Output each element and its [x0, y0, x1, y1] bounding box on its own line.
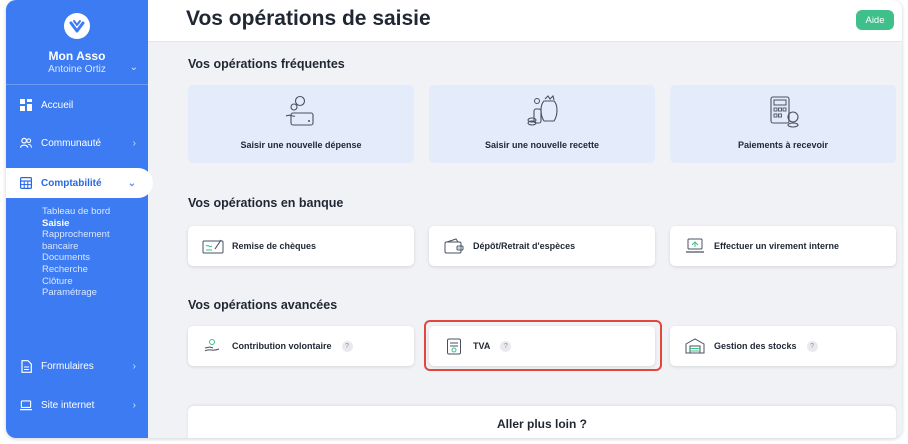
sidebar-item-comptabilite[interactable]: Comptabilité ⌄ — [6, 168, 153, 198]
receivables-illustration-icon — [770, 96, 799, 128]
subnav-saisie[interactable]: Saisie — [42, 218, 110, 230]
dashboard-icon — [20, 99, 32, 111]
subnav-tableau-de-bord[interactable]: Tableau de bord — [42, 206, 110, 218]
help-tooltip-icon[interactable]: ? — [341, 340, 353, 352]
app-window: Mon Asso Antoine Ortiz ⌄ Accueil Communa… — [6, 0, 902, 438]
go-further-title: Aller plus loin ? — [496, 417, 587, 431]
card-stock-management[interactable]: Gestion des stocks ? — [670, 326, 896, 366]
sidebar-item-label: Site internet — [41, 399, 95, 411]
document-icon — [20, 359, 32, 373]
help-tooltip-icon[interactable]: ? — [806, 340, 818, 352]
org-chevron-down-icon[interactable]: ⌄ — [130, 62, 138, 73]
chevron-right-icon: › — [132, 360, 136, 372]
sidebar-item-label: Comptabilité — [41, 177, 102, 189]
sidebar: Mon Asso Antoine Ortiz ⌄ Accueil Communa… — [6, 0, 153, 438]
warehouse-icon — [684, 337, 706, 355]
go-further-card[interactable]: Aller plus loin ? — [188, 406, 896, 438]
section-title-bank: Vos opérations en banque — [188, 196, 344, 210]
subnav-rapprochement-line2[interactable]: bancaire — [42, 241, 110, 253]
card-new-income[interactable]: Saisir une nouvelle recette — [429, 85, 655, 163]
card-cheque-deposit[interactable]: Remise de chèques — [188, 226, 414, 266]
card-label: Remise de chèques — [232, 241, 317, 251]
section-title-frequent: Vos opérations fréquentes — [188, 57, 345, 71]
subnav-cloture[interactable]: Clôture — [42, 276, 110, 288]
top-bar: Vos opérations de saisie Aide — [148, 0, 902, 42]
sidebar-item-label: Formulaires — [41, 360, 94, 372]
chevron-right-icon: › — [132, 137, 136, 149]
screenshot-frame: Mon Asso Antoine Ortiz ⌄ Accueil Communa… — [0, 0, 908, 444]
transfer-icon — [684, 237, 706, 255]
section-title-advanced: Vos opérations avancées — [188, 298, 338, 312]
laptop-icon — [20, 399, 32, 411]
cheque-icon — [202, 237, 224, 255]
card-label: Gestion des stocks — [714, 341, 797, 351]
highlight-box — [424, 320, 662, 371]
people-icon — [20, 137, 32, 149]
card-new-expense[interactable]: Saisir une nouvelle dépense — [188, 85, 414, 163]
sidebar-item-communaute[interactable]: Communauté › — [6, 128, 148, 158]
subnav-documents[interactable]: Documents — [42, 252, 110, 264]
subnav-recherche[interactable]: Recherche — [42, 264, 110, 276]
sidebar-item-accueil[interactable]: Accueil — [6, 90, 148, 120]
sidebar-item-label: Communauté — [41, 137, 102, 149]
card-cash-deposit-withdrawal[interactable]: Dépôt/Retrait d'espèces — [429, 226, 655, 266]
main-content: Vos opérations de saisie Aide Vos opérat… — [148, 0, 902, 438]
org-name[interactable]: Mon Asso — [6, 49, 148, 63]
card-label: Contribution volontaire — [232, 341, 332, 351]
subnav-rapprochement[interactable]: Rapprochement — [42, 229, 110, 241]
wallet-icon — [443, 237, 465, 255]
card-label: Paiements à recevoir — [737, 140, 829, 150]
user-name[interactable]: Antoine Ortiz — [6, 64, 148, 75]
card-label: Effectuer un virement interne — [714, 241, 840, 251]
card-internal-transfer[interactable]: Effectuer un virement interne — [670, 226, 896, 266]
chevron-right-icon: › — [132, 399, 136, 411]
card-label: Saisir une nouvelle dépense — [240, 140, 362, 150]
expense-illustration-icon — [285, 95, 314, 126]
sidebar-item-site-internet[interactable]: Site internet › — [6, 390, 148, 420]
calculator-icon — [20, 177, 32, 189]
card-label: Dépôt/Retrait d'espèces — [473, 241, 576, 251]
sidebar-divider — [6, 84, 148, 85]
sidebar-item-formulaires[interactable]: Formulaires › — [6, 351, 148, 381]
hand-coin-icon — [202, 337, 224, 355]
income-illustration-icon — [527, 95, 558, 126]
chevron-down-icon: ⌄ — [127, 177, 136, 189]
accounting-subnav: Tableau de bord Saisie Rapprochement ban… — [42, 206, 110, 299]
help-button[interactable]: Aide — [856, 10, 894, 30]
app-logo-icon[interactable] — [63, 12, 91, 40]
sidebar-item-label: Accueil — [41, 99, 74, 111]
card-label: Saisir une nouvelle recette — [484, 140, 600, 150]
card-receivables[interactable]: Paiements à recevoir — [670, 85, 896, 163]
card-voluntary-contribution[interactable]: Contribution volontaire ? — [188, 326, 414, 366]
page-title: Vos opérations de saisie — [186, 7, 431, 30]
subnav-parametrage[interactable]: Paramétrage — [42, 287, 110, 299]
